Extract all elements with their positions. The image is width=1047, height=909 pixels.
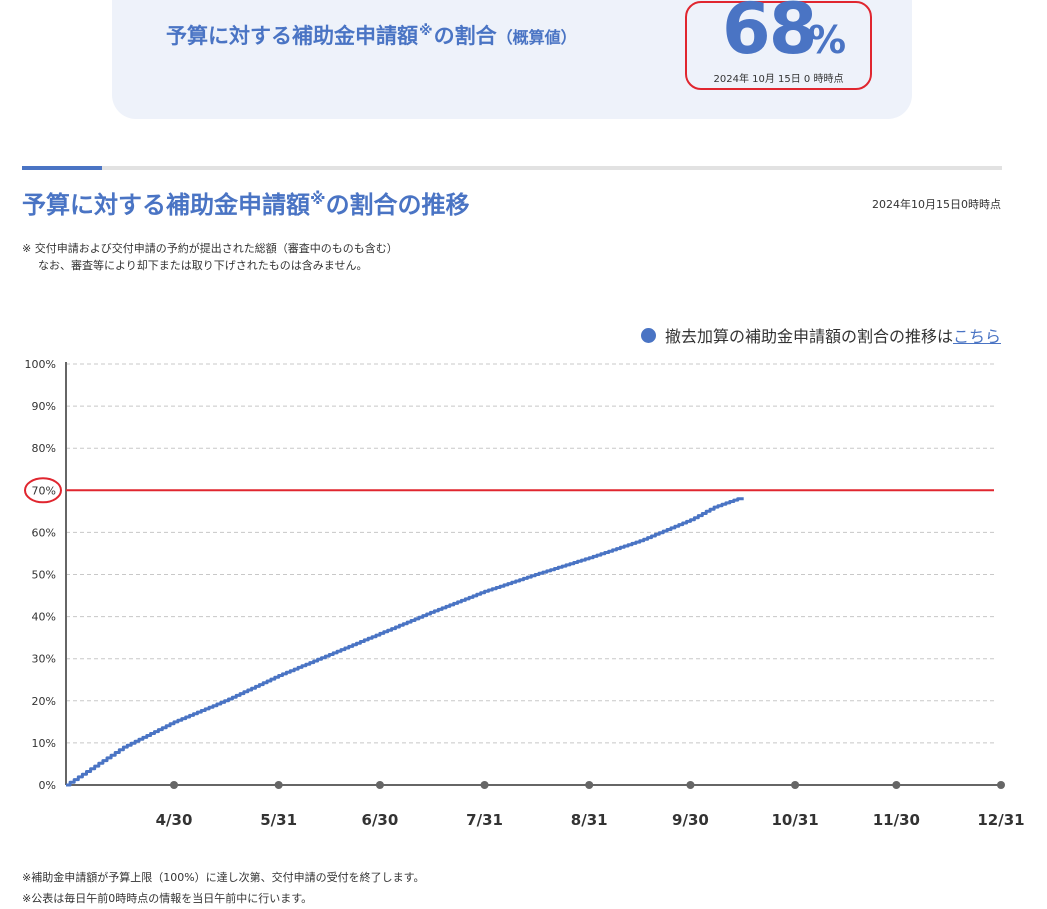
x-tick-marker — [997, 781, 1005, 789]
x-tick-label: 5/31 — [260, 811, 297, 829]
line-chart: 0% 10% 20% 30% 40% 50% 60% 70% 80% 90% 100% 4/30 5/3… — [24, 358, 1025, 829]
y-tick-label: 10% — [32, 737, 56, 750]
y-tick-label: 100% — [25, 358, 56, 371]
series-line — [66, 497, 744, 787]
x-tick-marker — [375, 781, 384, 789]
x-tick-marker — [686, 781, 695, 789]
y-tick-label: 80% — [32, 442, 56, 455]
x-tick-marker — [170, 781, 179, 789]
x-tick-label: 8/31 — [571, 811, 608, 829]
x-tick-label: 6/30 — [362, 811, 399, 829]
x-tick-label: 11/30 — [873, 811, 920, 829]
y-tick-label: 30% — [32, 653, 56, 666]
footer-note-2: ※公表は毎日午前0時時点の情報を当日午前中に行います。 — [22, 892, 313, 905]
x-tick-marker — [791, 781, 800, 789]
x-tick-marker — [585, 781, 594, 789]
x-tick-label: 10/31 — [771, 811, 818, 829]
x-tick-marker — [892, 781, 901, 789]
y-tick-label: 50% — [32, 569, 56, 582]
x-tick-label: 4/30 — [156, 811, 193, 829]
y-tick-label: 20% — [32, 695, 56, 708]
y-tick-label: 60% — [32, 526, 56, 539]
x-tick-label: 7/31 — [466, 811, 503, 829]
x-tick-marker — [480, 781, 489, 789]
y-tick-label: 90% — [32, 400, 56, 413]
x-tick-label: 12/31 — [977, 811, 1024, 829]
y-tick-label: 40% — [32, 611, 56, 624]
y-tick-label: 0% — [39, 779, 56, 792]
y-tick-label: 70% — [32, 484, 56, 497]
footer-note-1: ※補助金申請額が予算上限（100%）に達し次第、交付申請の受付を終了します。 — [22, 871, 425, 884]
x-tick-marker — [274, 781, 283, 789]
x-tick-label: 9/30 — [672, 811, 709, 829]
